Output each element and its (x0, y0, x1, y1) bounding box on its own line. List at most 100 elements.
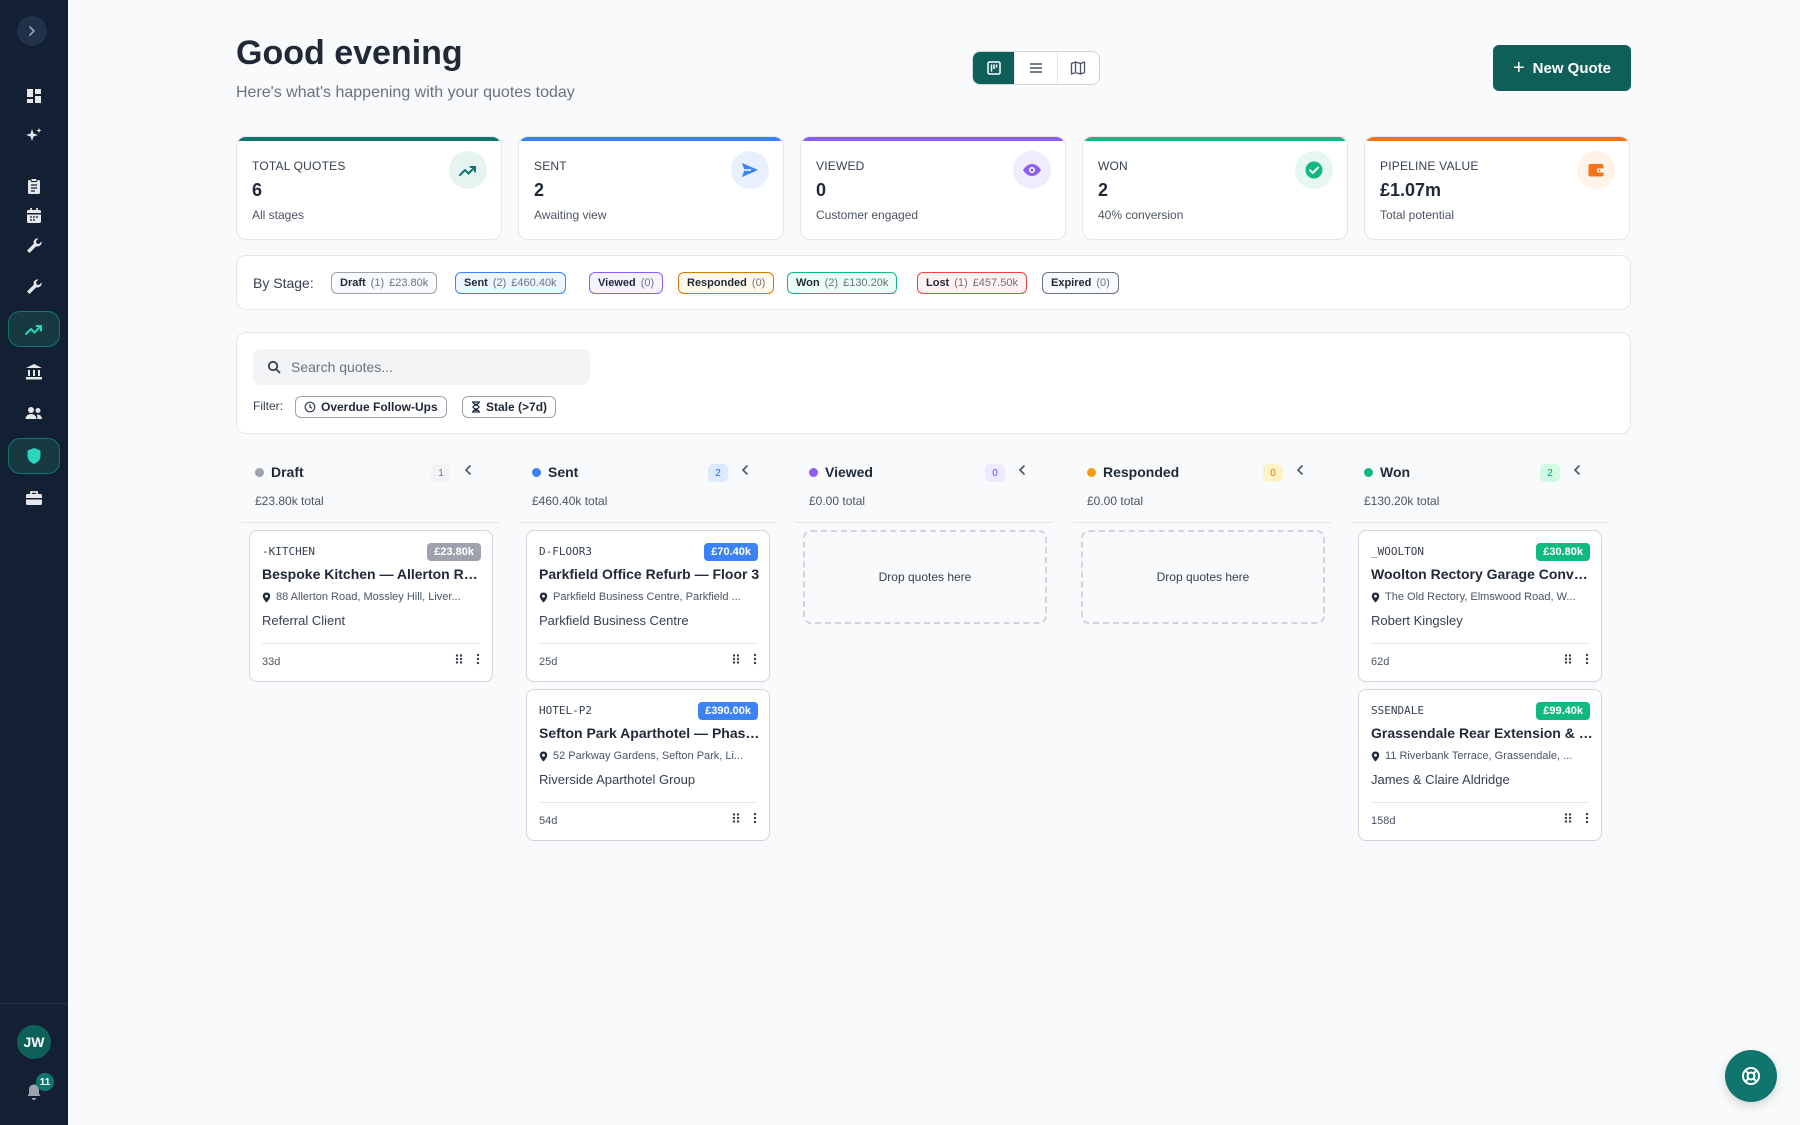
stat-subtext: All stages (252, 208, 305, 222)
map-pin-icon (262, 592, 271, 602)
card-actions (1563, 812, 1589, 824)
hourglass-icon (472, 401, 480, 413)
quote-reference: SSENDALE (1371, 704, 1424, 717)
wrench-icon (27, 238, 42, 253)
stat-value: £1.07m (1380, 180, 1442, 200)
stat-accent-bar (801, 137, 1065, 141)
card-divider (539, 802, 757, 803)
map-pin-icon (539, 751, 548, 761)
quote-card[interactable]: D-FLOOR3 £70.40k Parkfield Office Refurb… (526, 530, 770, 682)
list-view-button[interactable] (1015, 52, 1058, 84)
stat-accent-bar (1083, 137, 1347, 141)
quote-address: The Old Rectory, Elmswood Road, W... (1371, 591, 1593, 603)
kanban-column-responded: Responded 0 £0.00 total Drop quotes here (1073, 455, 1331, 624)
stat-value: 6 (252, 180, 263, 200)
map-view-button[interactable] (1058, 52, 1099, 84)
chevron-right-icon (29, 26, 36, 36)
stage-pill-expired[interactable]: Expired (0) (1042, 272, 1119, 294)
avatar[interactable]: JW (17, 1025, 51, 1059)
quote-card[interactable]: _WOOLTON £30.80k Woolton Rectory Garage … (1358, 530, 1602, 682)
column-title: Sent (548, 464, 579, 480)
collapse-column-button[interactable] (463, 463, 473, 479)
stage-pill-sent[interactable]: Sent (2) £460.40k (455, 272, 566, 294)
sidebar-item-jobs[interactable] (8, 228, 60, 264)
new-quote-button[interactable]: + New Quote (1493, 45, 1631, 91)
stage-pill-name: Sent (464, 277, 488, 289)
quote-age: 33d (262, 656, 281, 668)
filter-chip-overdue[interactable]: Overdue Follow-Ups (295, 396, 447, 418)
filter-label: Filter: (253, 399, 283, 413)
more-vertical-icon[interactable] (1585, 653, 1589, 665)
drop-zone[interactable]: Drop quotes here (803, 530, 1047, 624)
sidebar-item-bank[interactable] (8, 354, 60, 390)
sidebar-item-business[interactable] (8, 480, 60, 516)
quote-card[interactable]: -KITCHEN £23.80k Bespoke Kitchen — Aller… (249, 530, 493, 682)
quote-address-text: 52 Parkway Gardens, Sefton Park, Li... (553, 750, 744, 762)
drop-zone[interactable]: Drop quotes here (1081, 530, 1325, 624)
quote-age: 54d (539, 815, 558, 827)
send-icon (731, 151, 769, 189)
search-filter-panel: Filter: Overdue Follow-Ups Stale (>7d) (236, 332, 1631, 434)
stage-pill-value: £457.50k (972, 277, 1018, 289)
quote-client: Parkfield Business Centre (539, 613, 689, 628)
stat-card-pipeline-value: PIPELINE VALUE £1.07m Total potential (1364, 136, 1630, 240)
column-count-badge: 2 (1540, 464, 1560, 482)
sparkles-icon (26, 128, 42, 141)
stat-accent-bar (237, 137, 501, 141)
stage-pill-lost[interactable]: Lost (1) £457.50k (917, 272, 1027, 294)
quote-address: Parkfield Business Centre, Parkfield ... (539, 591, 761, 603)
drag-handle-icon[interactable] (1563, 812, 1573, 824)
quote-reference: D-FLOOR3 (539, 545, 592, 558)
sidebar-item-tools[interactable] (8, 269, 60, 305)
collapse-column-button[interactable] (1017, 463, 1027, 479)
lifebuoy-icon (1742, 1067, 1760, 1085)
drag-handle-icon[interactable] (1563, 653, 1573, 665)
quote-address: 52 Parkway Gardens, Sefton Park, Li... (539, 750, 761, 762)
more-vertical-icon[interactable] (753, 653, 757, 665)
quote-card[interactable]: SSENDALE £99.40k Grassendale Rear Extens… (1358, 689, 1602, 841)
drag-handle-icon[interactable] (731, 653, 741, 665)
quote-card[interactable]: HOTEL-P2 £390.00k Sefton Park Aparthotel… (526, 689, 770, 841)
map-pin-icon (1371, 592, 1380, 602)
more-vertical-icon[interactable] (753, 812, 757, 824)
drag-handle-icon[interactable] (454, 653, 464, 665)
stage-pill-name: Viewed (598, 277, 636, 289)
quote-address-text: Parkfield Business Centre, Parkfield ... (553, 591, 741, 603)
column-header: Viewed 0 £0.00 total (795, 455, 1053, 523)
collapse-column-button[interactable] (1295, 463, 1305, 479)
sidebar-expand-button[interactable] (17, 16, 47, 46)
clock-icon (304, 401, 316, 413)
quote-amount-badge: £390.00k (698, 702, 758, 720)
sidebar-item-dashboard[interactable] (8, 78, 60, 114)
sidebar-item-ai[interactable] (8, 118, 60, 154)
stage-pill-value: £460.40k (511, 277, 557, 289)
kanban-view-button[interactable] (973, 52, 1016, 84)
stage-pill-responded[interactable]: Responded (0) (678, 272, 775, 294)
more-vertical-icon[interactable] (476, 653, 480, 665)
collapse-column-button[interactable] (1572, 463, 1582, 479)
stage-dot (255, 468, 264, 477)
search-box[interactable] (253, 349, 590, 385)
help-fab-button[interactable] (1725, 1050, 1777, 1102)
sidebar-item-security[interactable] (8, 438, 60, 474)
quote-title: Sefton Park Aparthotel — Phase 2 (539, 725, 761, 741)
eye-icon (1013, 151, 1051, 189)
filter-chip-stale[interactable]: Stale (>7d) (462, 396, 557, 418)
quote-address-text: The Old Rectory, Elmswood Road, W... (1385, 591, 1576, 603)
stage-pill-count: (1) (370, 277, 385, 289)
map-pin-icon (539, 592, 548, 602)
sidebar-item-pipeline[interactable] (8, 311, 60, 347)
sidebar-item-team[interactable] (8, 395, 60, 431)
search-input[interactable] (291, 359, 571, 375)
stat-label: WON (1098, 159, 1128, 173)
drag-handle-icon[interactable] (731, 812, 741, 824)
more-vertical-icon[interactable] (1585, 812, 1589, 824)
column-title: Viewed (825, 464, 873, 480)
stage-pill-name: Expired (1051, 277, 1092, 289)
map-icon (1071, 61, 1086, 75)
stage-pill-draft[interactable]: Draft (1) £23.80k (331, 272, 438, 294)
chevron-left-icon (741, 465, 748, 475)
stage-pill-won[interactable]: Won (2) £130.20k (787, 272, 898, 294)
collapse-column-button[interactable] (740, 463, 750, 479)
stage-pill-viewed[interactable]: Viewed (0) (589, 272, 664, 294)
